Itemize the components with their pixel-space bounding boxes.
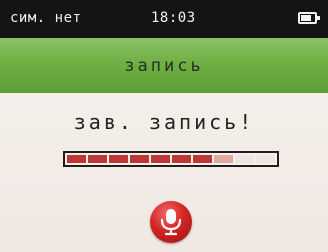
title-bar: запись (0, 38, 328, 93)
status-message: зав. запись! (73, 110, 255, 134)
progress-segment (67, 155, 86, 163)
progress-segment (214, 155, 233, 163)
progress-segment (235, 155, 254, 163)
progress-track (67, 155, 275, 163)
carrier-status: сим. нет (10, 10, 82, 26)
progress-segment (151, 155, 170, 163)
microphone-icon (160, 209, 182, 236)
battery-level (301, 15, 312, 21)
progress-segment (193, 155, 212, 163)
battery-icon (298, 12, 320, 24)
progress-segment (88, 155, 107, 163)
progress-segment (109, 155, 128, 163)
progress-segment (172, 155, 191, 163)
status-bar: сим. нет 18:03 (0, 0, 328, 38)
recording-progress-bar (63, 151, 279, 167)
progress-segment (256, 155, 275, 163)
clock: 18:03 (151, 10, 196, 26)
record-button[interactable] (150, 201, 192, 243)
page-title: запись (124, 56, 204, 76)
progress-segment (130, 155, 149, 163)
recorder-screen: сим. нет 18:03 запись зав. запись! (0, 0, 328, 252)
